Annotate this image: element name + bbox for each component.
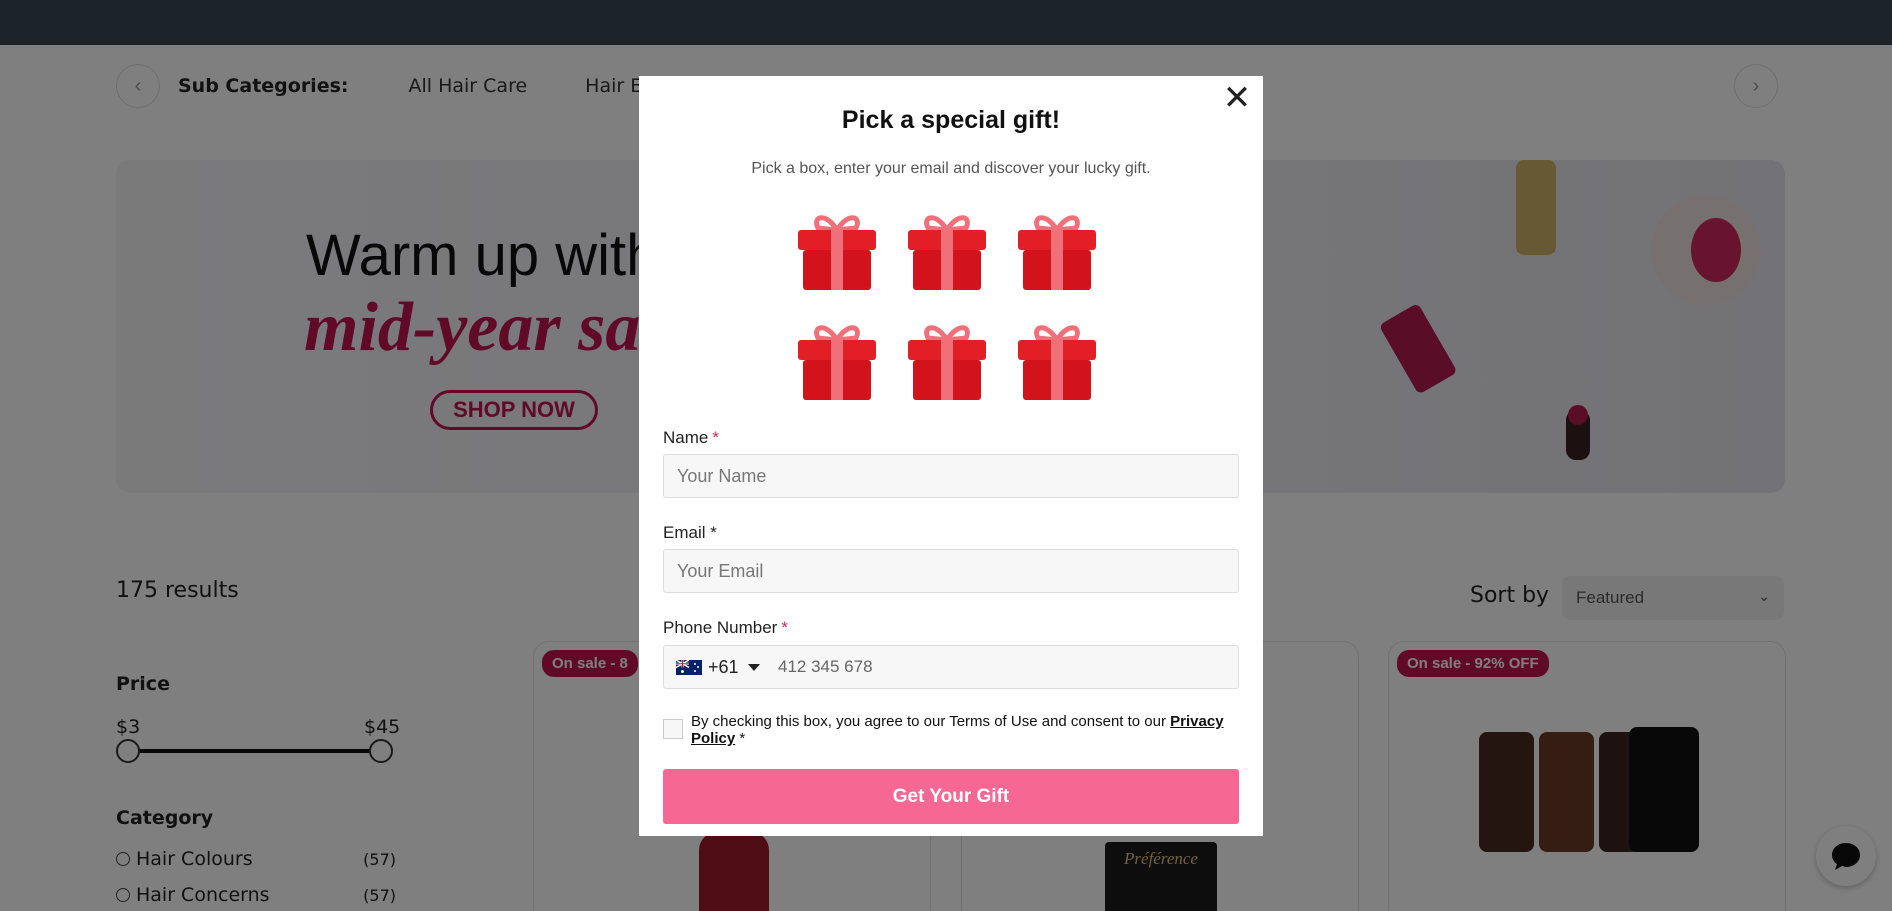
consent-row: By checking this box, you agree to our T… [663,713,1243,747]
gift-icon[interactable] [906,210,988,292]
phone-input[interactable] [774,646,1238,688]
consent-checkbox[interactable] [663,719,683,739]
consent-text: By checking this box, you agree to our T… [691,713,1243,747]
caret-down-icon [747,663,760,671]
email-field-label: Email * [663,523,717,542]
country-code-value: +61 [708,656,739,677]
gift-icon[interactable] [1016,320,1098,402]
name-field-label: Name * [663,428,719,448]
consent-label: By checking this box, you agree to our T… [691,713,1171,730]
name-input[interactable] [663,454,1239,498]
required-marker: * [712,428,719,447]
gift-icon[interactable] [906,320,988,402]
phone-label-text: Phone Number [663,618,778,637]
gift-box-grid [796,210,1106,402]
email-input[interactable] [663,549,1239,593]
required-marker: * [781,618,788,637]
name-label-text: Name [663,428,709,447]
required-marker: * [735,730,746,747]
gift-icon[interactable] [1016,210,1098,292]
australia-flag-icon [676,659,702,675]
modal-title: Pick a special gift! [841,106,1061,134]
gift-icon[interactable] [796,210,878,292]
gift-icon[interactable] [796,320,878,402]
phone-field: +61 [663,645,1239,689]
modal-subtitle: Pick a box, enter your email and discove… [751,160,1151,177]
country-code-select[interactable]: +61 [664,646,774,688]
phone-field-label: Phone Number * [663,618,788,638]
get-your-gift-button[interactable]: Get Your Gift [663,769,1239,824]
gift-popup-modal: ✕ Pick a special gift! Pick a box, enter… [639,76,1263,836]
